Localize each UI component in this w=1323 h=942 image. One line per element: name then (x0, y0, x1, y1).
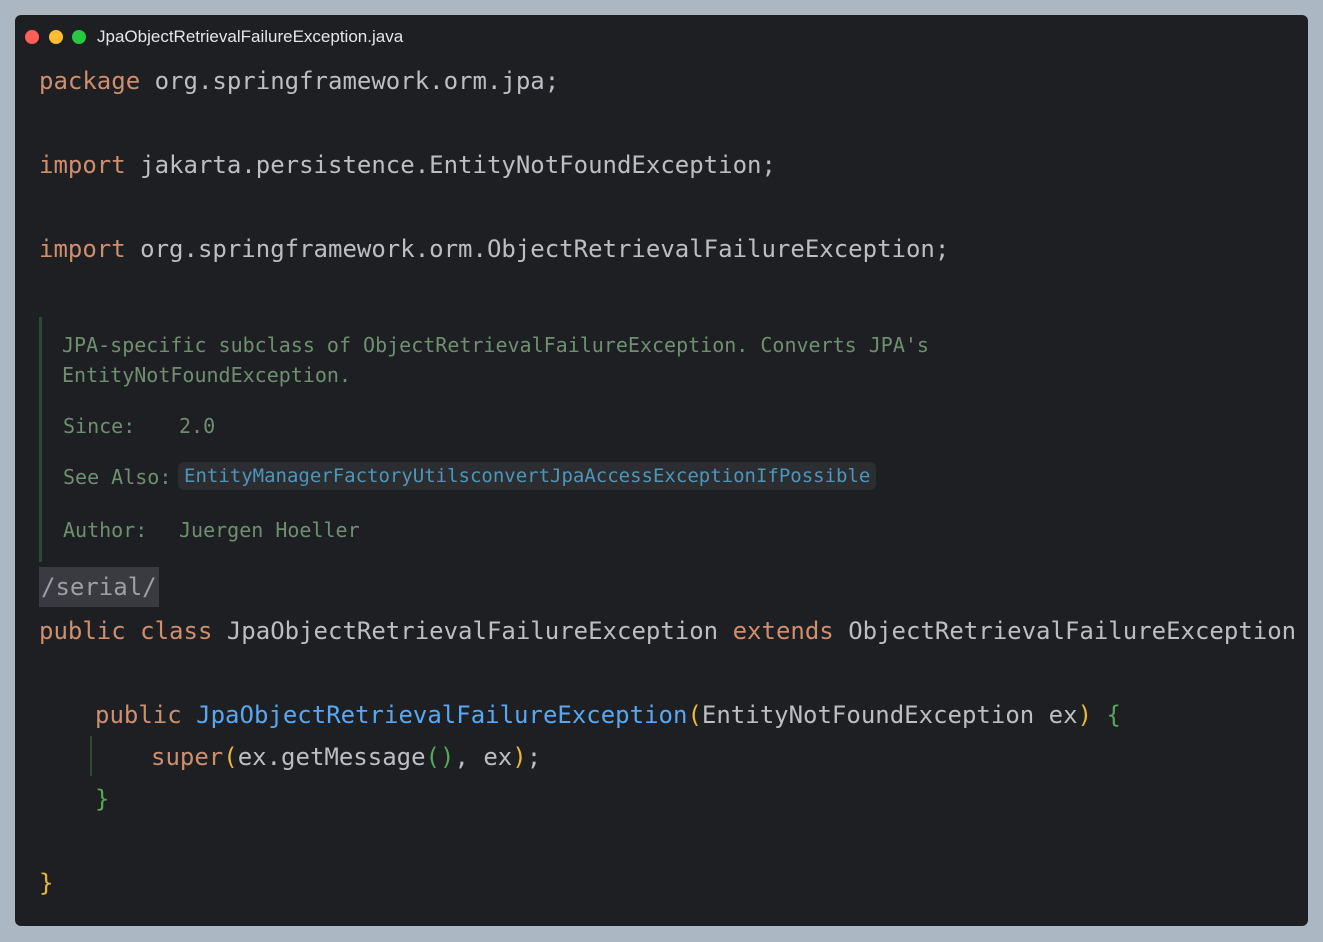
import-line: import org.springframework.orm.ObjectRet… (39, 234, 949, 264)
indent-guide (90, 736, 92, 776)
constructor-close-brace: } (95, 785, 110, 813)
doc-description-line: EntityNotFoundException. (62, 363, 351, 387)
since-value: 2.0 (179, 414, 216, 438)
import-path: jakarta.persistence.EntityNotFoundExcept… (140, 151, 776, 179)
super-args: , ex (454, 743, 513, 771)
serial-annotation: /serial/ (39, 567, 159, 607)
class-close-line: } (39, 868, 53, 898)
see-also-link[interactable]: EntityManagerFactoryUtilsconvertJpaAcces… (178, 462, 877, 490)
class-name: JpaObjectRetrievalFailureException (226, 617, 719, 645)
since-label: Since: (63, 414, 136, 438)
author-value: Juergen Hoeller (179, 518, 360, 542)
method-call-parens: () (425, 743, 455, 771)
paren-close: ) (512, 743, 527, 771)
import-line: import jakarta.persistence.EntityNotFoun… (39, 150, 776, 180)
super-keyword: super (151, 743, 224, 771)
constructor-name: JpaObjectRetrievalFailureException (196, 701, 688, 729)
extends-keyword: extends (732, 617, 834, 645)
class-declaration-line: public class JpaObjectRetrievalFailureEx… (39, 616, 1308, 646)
import-path: org.springframework.orm.ObjectRetrievalF… (140, 235, 950, 263)
javadoc-block: JPA-specific subclass of ObjectRetrieval… (39, 317, 1042, 562)
paren-open: ( (223, 743, 238, 771)
constructor-params: EntityNotFoundException ex (701, 701, 1078, 729)
class-keyword: class (140, 617, 213, 645)
constructor-line: public JpaObjectRetrievalFailureExceptio… (95, 700, 1121, 730)
paren-close: ) (1077, 701, 1093, 729)
import-keyword: import (39, 151, 126, 179)
constructor-open-brace: { (1106, 701, 1121, 729)
superclass-name: ObjectRetrievalFailureException (848, 617, 1297, 645)
package-keyword: package (39, 67, 141, 95)
public-keyword: public (95, 701, 182, 729)
paren-open: ( (687, 701, 702, 729)
code-area[interactable]: package org.springframework.orm.jpa; imp… (15, 15, 1308, 926)
constructor-close-line: } (95, 784, 109, 814)
public-keyword: public (39, 617, 126, 645)
doc-description-line: JPA-specific subclass of ObjectRetrieval… (62, 333, 929, 357)
import-keyword: import (39, 235, 126, 263)
package-line: package org.springframework.orm.jpa; (39, 66, 559, 96)
editor-window: JpaObjectRetrievalFailureException.java … (15, 15, 1308, 926)
super-call-line: super(ex.getMessage(), ex); (151, 742, 541, 772)
package-name: org.springframework.orm.jpa; (154, 67, 560, 95)
super-args: ex.getMessage (237, 743, 426, 771)
semicolon: ; (526, 743, 542, 771)
class-close-brace: } (39, 869, 54, 897)
see-also-label: See Also: (63, 465, 172, 489)
author-label: Author: (63, 518, 148, 542)
